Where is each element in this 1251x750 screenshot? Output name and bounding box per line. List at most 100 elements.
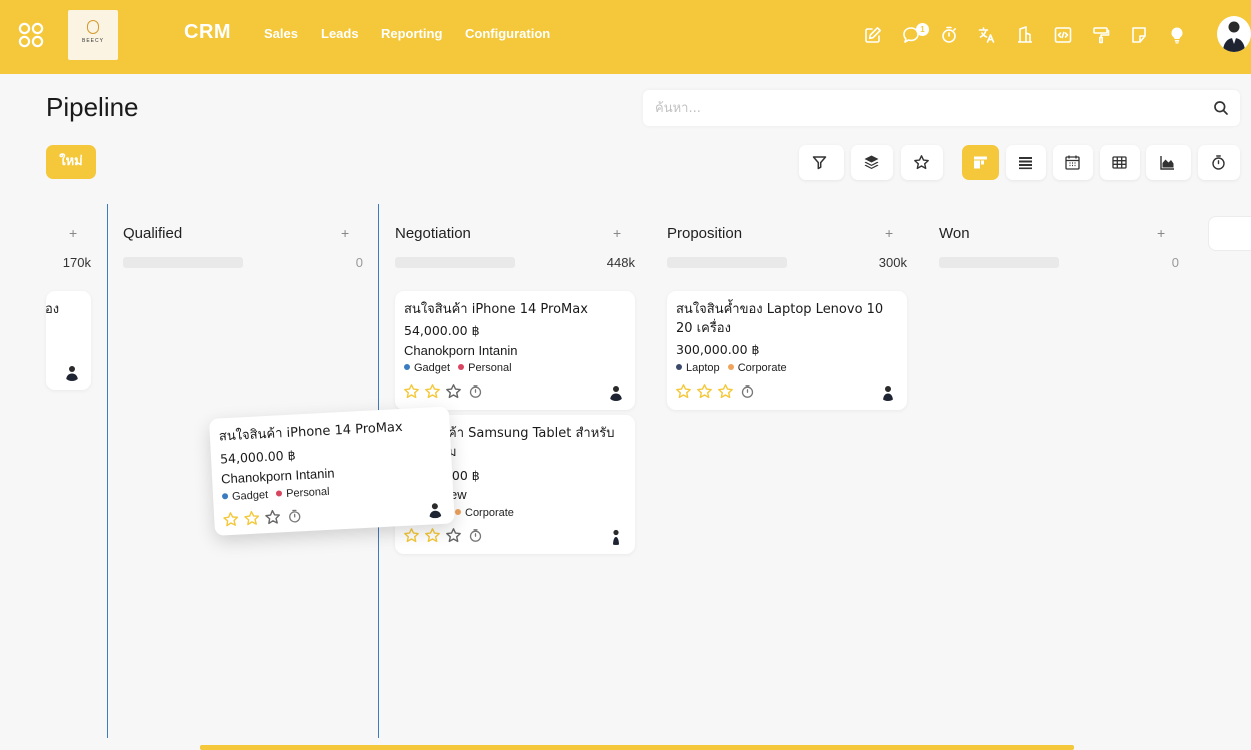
nav-leads[interactable]: Leads [321, 26, 359, 41]
star-filled-icon[interactable] [243, 509, 261, 527]
card-owner-avatar[interactable] [607, 527, 625, 545]
card-title: สนใจสินค้ำของ Laptop Lenovo 10 20 เครื่อ… [676, 302, 884, 336]
star-filled-icon[interactable] [717, 383, 734, 400]
view-kanban-button[interactable] [962, 145, 999, 180]
column-progress-bar [395, 257, 515, 268]
company-logo[interactable]: BEECY [68, 10, 118, 60]
dragging-kanban-card[interactable]: สนใจสินค้า iPhone 14 ProMax 54,000.00 ฿ … [209, 406, 455, 536]
filter-button[interactable] [799, 145, 844, 180]
search-input[interactable] [655, 98, 1195, 118]
layers-icon [864, 155, 879, 169]
activity-clock-icon[interactable] [468, 384, 483, 399]
user-avatar[interactable] [1217, 16, 1251, 52]
column-add-button[interactable]: + [613, 225, 621, 241]
kanban-card[interactable]: สนใจสินค้ำของ Laptop Lenovo 10 20 เครื่อ… [667, 291, 907, 410]
column-total: 170k [62, 255, 91, 270]
kanban-icon [974, 156, 987, 169]
top-navbar: BEECY CRM Sales Leads Reporting Configur… [0, 0, 1251, 74]
priority-stars[interactable] [222, 507, 303, 529]
note-icon[interactable] [1129, 25, 1149, 45]
nav-configuration[interactable]: Configuration [465, 26, 550, 41]
column-title-negotiation[interactable]: Negotiation [395, 225, 471, 242]
tag: Personal [458, 362, 512, 374]
card-owner-avatar[interactable] [425, 499, 445, 519]
app-name[interactable]: CRM [184, 21, 231, 44]
star-filled-icon[interactable] [222, 511, 240, 529]
nav-reporting[interactable]: Reporting [381, 26, 442, 41]
tag: Corporate [455, 507, 514, 519]
tag: Personal [275, 486, 330, 501]
star-empty-icon[interactable] [264, 508, 282, 526]
kanban-card[interactable]: อง [46, 291, 91, 390]
column-total: 300k [878, 255, 907, 270]
column-add-button[interactable]: + [885, 225, 893, 241]
card-owner-avatar[interactable] [63, 363, 81, 381]
card-tags: Gadget Personal [404, 362, 517, 374]
apps-menu-icon[interactable] [18, 22, 44, 48]
edit-icon[interactable] [863, 25, 883, 45]
star-icon [914, 155, 929, 170]
column-total: 0 [355, 255, 363, 270]
star-filled-icon[interactable] [403, 527, 420, 544]
activity-clock-icon[interactable] [740, 384, 755, 399]
card-owner-avatar[interactable] [879, 383, 897, 401]
table-icon [1112, 156, 1127, 169]
stopwatch-icon [1212, 155, 1225, 170]
view-pivot-button[interactable] [1100, 145, 1140, 180]
star-filled-icon[interactable] [675, 383, 692, 400]
column-total: 0 [1171, 255, 1179, 270]
stopwatch-icon[interactable] [939, 25, 959, 45]
column-progress-bar [123, 257, 243, 268]
new-button[interactable]: ใหม่ [46, 145, 96, 179]
activity-clock-icon[interactable] [287, 508, 303, 524]
view-graph-button[interactable] [1146, 145, 1191, 180]
activity-clock-icon[interactable] [468, 528, 483, 543]
filter-icon [812, 156, 827, 170]
column-add-button[interactable]: + [341, 225, 349, 241]
column-add-button[interactable]: + [69, 225, 77, 241]
card-amount: 54,000.00 ฿ [219, 447, 296, 467]
tag: Corporate [727, 362, 787, 374]
list-icon [1019, 157, 1032, 170]
star-filled-icon[interactable] [696, 383, 713, 400]
card-tags: Corporate [455, 507, 519, 519]
code-icon[interactable] [1053, 25, 1073, 45]
card-owner-avatar[interactable] [607, 383, 625, 401]
group-by-button[interactable] [851, 145, 893, 180]
star-filled-icon[interactable] [403, 383, 420, 400]
area-chart-icon [1160, 156, 1174, 170]
add-column-button[interactable] [1208, 216, 1251, 251]
star-empty-icon[interactable] [445, 383, 462, 400]
horizontal-scrollbar[interactable] [200, 745, 1074, 750]
column-drop-indicator [107, 204, 108, 738]
search-icon[interactable] [1213, 100, 1229, 116]
column-add-button[interactable]: + [1157, 225, 1165, 241]
column-title-proposition[interactable]: Proposition [667, 225, 742, 242]
card-title: สนใจสินค้า iPhone 14 ProMax [404, 302, 588, 317]
kanban-card[interactable]: สนใจสินค้า iPhone 14 ProMax 54,000.00 ฿ … [395, 291, 635, 410]
tag: Gadget [404, 362, 450, 374]
favorites-button[interactable] [901, 145, 943, 180]
star-filled-icon[interactable] [424, 383, 441, 400]
calendar-icon [1065, 155, 1080, 170]
building-icon[interactable] [1015, 25, 1035, 45]
column-title-qualified[interactable]: Qualified [123, 225, 182, 242]
view-list-button[interactable] [1006, 145, 1046, 180]
column-total: 448k [606, 255, 635, 270]
translate-icon[interactable] [977, 25, 997, 45]
card-title: อง [46, 302, 60, 317]
column-title-won[interactable]: Won [939, 225, 970, 242]
priority-stars[interactable] [675, 383, 755, 401]
priority-stars[interactable] [403, 383, 483, 401]
lightbulb-icon[interactable] [1167, 25, 1187, 45]
search-box [643, 90, 1240, 126]
star-empty-icon[interactable] [445, 527, 462, 544]
nav-sales[interactable]: Sales [264, 26, 298, 41]
view-calendar-button[interactable] [1053, 145, 1093, 180]
star-filled-icon[interactable] [424, 527, 441, 544]
paint-roller-icon[interactable] [1091, 25, 1111, 45]
card-tags: Gadget Personal [221, 486, 335, 504]
view-activity-button[interactable] [1198, 145, 1240, 180]
card-tags: Laptop Corporate [676, 362, 792, 374]
priority-stars[interactable] [403, 527, 483, 545]
